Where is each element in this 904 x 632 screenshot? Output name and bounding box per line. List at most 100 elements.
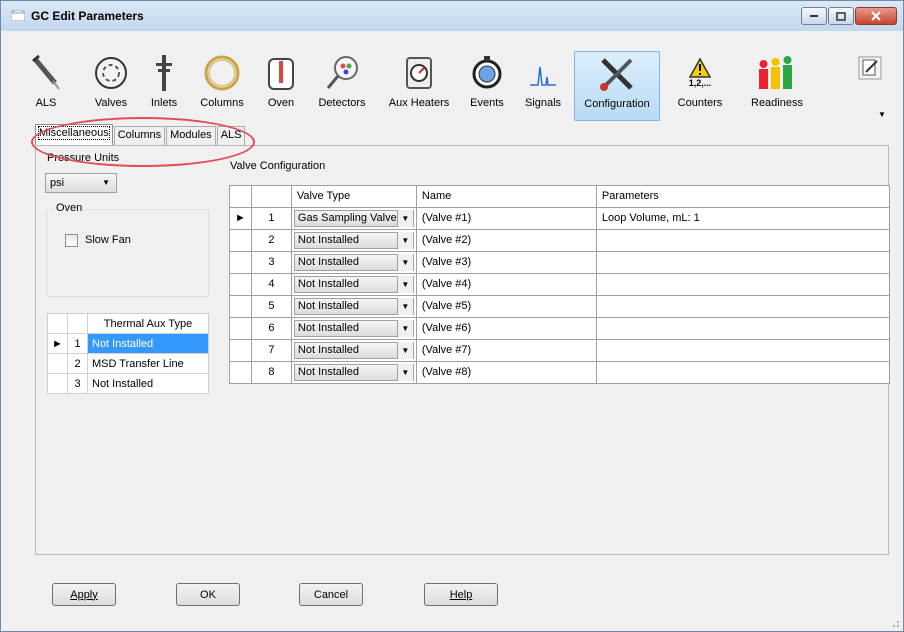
toolbar-columns[interactable]: Columns — [194, 51, 250, 121]
valve-type-cell[interactable]: Not Installed ▼ — [290, 250, 417, 274]
tab-als[interactable]: ALS — [216, 126, 246, 145]
valve-type-combo[interactable]: Not Installed ▼ — [293, 341, 414, 359]
toolbar-scroll-down-icon[interactable]: ▼ — [878, 110, 886, 119]
valve-type-value: Not Installed — [297, 365, 360, 378]
table-row[interactable]: 3 Not Installed — [47, 373, 209, 394]
toolbar-label: Signals — [524, 97, 562, 109]
chromatogram-icon — [528, 51, 558, 95]
maximize-icon — [836, 11, 846, 21]
valve-name-cell[interactable]: (Valve #8) — [415, 360, 597, 384]
toolbar-configuration[interactable]: Configuration — [574, 51, 660, 121]
tab-modules[interactable]: Modules — [166, 126, 216, 145]
valve-parameters-cell[interactable] — [595, 272, 891, 296]
table-row[interactable]: ► 1 Gas Sampling Valve ▼ (Valve #1) Loop Volu… — [229, 206, 891, 230]
valve-type-combo[interactable]: Not Installed ▼ — [293, 363, 414, 381]
edit-notes-icon[interactable] — [858, 56, 882, 80]
valve-type-cell[interactable]: Not Installed ▼ — [290, 272, 417, 296]
chevron-down-icon[interactable]: ▼ — [396, 231, 413, 249]
table-row[interactable]: 4 Not Installed ▼ (Valve #4) — [229, 272, 891, 296]
valve-parameters-cell[interactable] — [595, 294, 891, 318]
close-button[interactable] — [855, 7, 897, 25]
chevron-down-icon[interactable]: ▼ — [396, 341, 413, 359]
toolbar-readiness[interactable]: Readiness — [749, 51, 805, 121]
valve-type-value: Not Installed — [297, 255, 360, 268]
chevron-down-icon[interactable]: ▼ — [396, 253, 413, 271]
valve-icon — [93, 51, 129, 95]
valve-name-cell[interactable]: (Valve #1) — [415, 206, 597, 230]
valve-name-cell[interactable]: (Valve #4) — [415, 272, 597, 296]
button-label: Cancel — [313, 588, 349, 601]
valve-parameters-cell[interactable] — [595, 228, 891, 252]
table-row[interactable]: 8 Not Installed ▼ (Valve #8) — [229, 360, 891, 384]
valve-parameters-cell[interactable]: Loop Volume, mL: 1 — [595, 206, 891, 230]
chevron-down-icon[interactable]: ▼ — [396, 319, 413, 337]
cancel-button[interactable]: Cancel — [299, 583, 363, 606]
toolbar-als[interactable]: ALS — [31, 51, 61, 121]
table-row[interactable]: 2 Not Installed ▼ (Valve #2) — [229, 228, 891, 252]
thermal-aux-cell[interactable]: MSD Transfer Line — [87, 353, 209, 374]
thermal-aux-cell[interactable]: Not Installed — [87, 373, 209, 394]
ok-button[interactable]: OK — [176, 583, 240, 606]
valve-parameters-cell[interactable] — [595, 360, 891, 384]
row-number: 7 — [250, 338, 292, 362]
table-row[interactable]: 5 Not Installed ▼ (Valve #5) — [229, 294, 891, 318]
valve-type-combo[interactable]: Gas Sampling Valve ▼ — [293, 209, 414, 227]
chevron-down-icon[interactable]: ▼ — [396, 363, 413, 381]
chevron-down-icon[interactable]: ▼ — [396, 297, 413, 315]
help-button[interactable]: Help — [424, 583, 498, 606]
toolbar-detectors[interactable]: Detectors — [314, 51, 370, 121]
valve-type-cell[interactable]: Not Installed ▼ — [290, 338, 417, 362]
table-row[interactable]: 3 Not Installed ▼ (Valve #3) — [229, 250, 891, 274]
valve-name-cell[interactable]: (Valve #3) — [415, 250, 597, 274]
column-header: Name — [415, 185, 597, 208]
module-toolbar: ALS Valves Inlets Columns Oven Detectors… — [31, 51, 895, 123]
toolbar-counters[interactable]: 1,2,... Counters — [672, 51, 728, 121]
valve-configuration-table: Valve Type Name Parameters ► 1 Gas Samplin… — [229, 185, 891, 384]
valve-type-combo[interactable]: Not Installed ▼ — [293, 231, 414, 249]
valve-type-combo[interactable]: Not Installed ▼ — [293, 319, 414, 337]
toolbar-inlets[interactable]: Inlets — [144, 51, 184, 121]
valve-type-cell[interactable]: Not Installed ▼ — [290, 360, 417, 384]
valve-parameters-cell[interactable] — [595, 250, 891, 274]
toolbar-signals[interactable]: Signals — [523, 51, 563, 121]
apply-button[interactable]: Apply — [52, 583, 116, 606]
valve-type-cell[interactable]: Not Installed ▼ — [290, 294, 417, 318]
table-row[interactable]: ► 1 Not Installed — [47, 333, 209, 354]
toolbar-oven[interactable]: Oven — [263, 51, 299, 121]
table-row[interactable]: 7 Not Installed ▼ (Valve #7) — [229, 338, 891, 362]
toolbar-label: Oven — [267, 97, 295, 109]
valve-type-combo[interactable]: Not Installed ▼ — [293, 253, 414, 271]
valve-parameters-cell[interactable] — [595, 338, 891, 362]
maximize-button[interactable] — [828, 7, 854, 25]
pressure-units-select[interactable]: psi ▼ — [45, 173, 117, 193]
chevron-down-icon[interactable]: ▼ — [396, 275, 413, 293]
valve-name-cell[interactable]: (Valve #5) — [415, 294, 597, 318]
toolbar-aux-heaters[interactable]: Aux Heaters — [384, 51, 454, 121]
valve-parameters-cell[interactable] — [595, 316, 891, 340]
table-row[interactable]: 6 Not Installed ▼ (Valve #6) — [229, 316, 891, 340]
tab-miscellaneous[interactable]: Miscellaneous — [35, 124, 113, 145]
oven-group — [46, 209, 209, 297]
row-number: 3 — [250, 250, 292, 274]
thermal-aux-cell[interactable]: Not Installed — [87, 333, 209, 354]
valve-name-cell[interactable]: (Valve #2) — [415, 228, 597, 252]
valve-name-cell[interactable]: (Valve #6) — [415, 316, 597, 340]
toolbar-events[interactable]: Events — [465, 51, 509, 121]
column-header: Thermal Aux Type — [87, 313, 209, 334]
valve-type-cell[interactable]: Not Installed ▼ — [290, 316, 417, 340]
tab-columns[interactable]: Columns — [113, 126, 166, 145]
toolbar-label: Columns — [200, 97, 244, 109]
valve-type-value: Not Installed — [297, 299, 360, 312]
button-label: Help — [449, 588, 473, 601]
valve-name-cell[interactable]: (Valve #7) — [415, 338, 597, 362]
valve-type-cell[interactable]: Not Installed ▼ — [290, 228, 417, 252]
minimize-button[interactable] — [801, 7, 827, 25]
toolbar-valves[interactable]: Valves — [89, 51, 133, 121]
valve-type-cell[interactable]: Gas Sampling Valve ▼ — [290, 206, 417, 230]
valve-type-combo[interactable]: Not Installed ▼ — [293, 297, 414, 315]
valve-type-combo[interactable]: Not Installed ▼ — [293, 275, 414, 293]
resize-grip-icon[interactable] — [890, 618, 900, 628]
table-row[interactable]: 2 MSD Transfer Line — [47, 353, 209, 374]
slow-fan-checkbox[interactable] — [65, 234, 78, 247]
chevron-down-icon[interactable]: ▼ — [396, 209, 413, 227]
